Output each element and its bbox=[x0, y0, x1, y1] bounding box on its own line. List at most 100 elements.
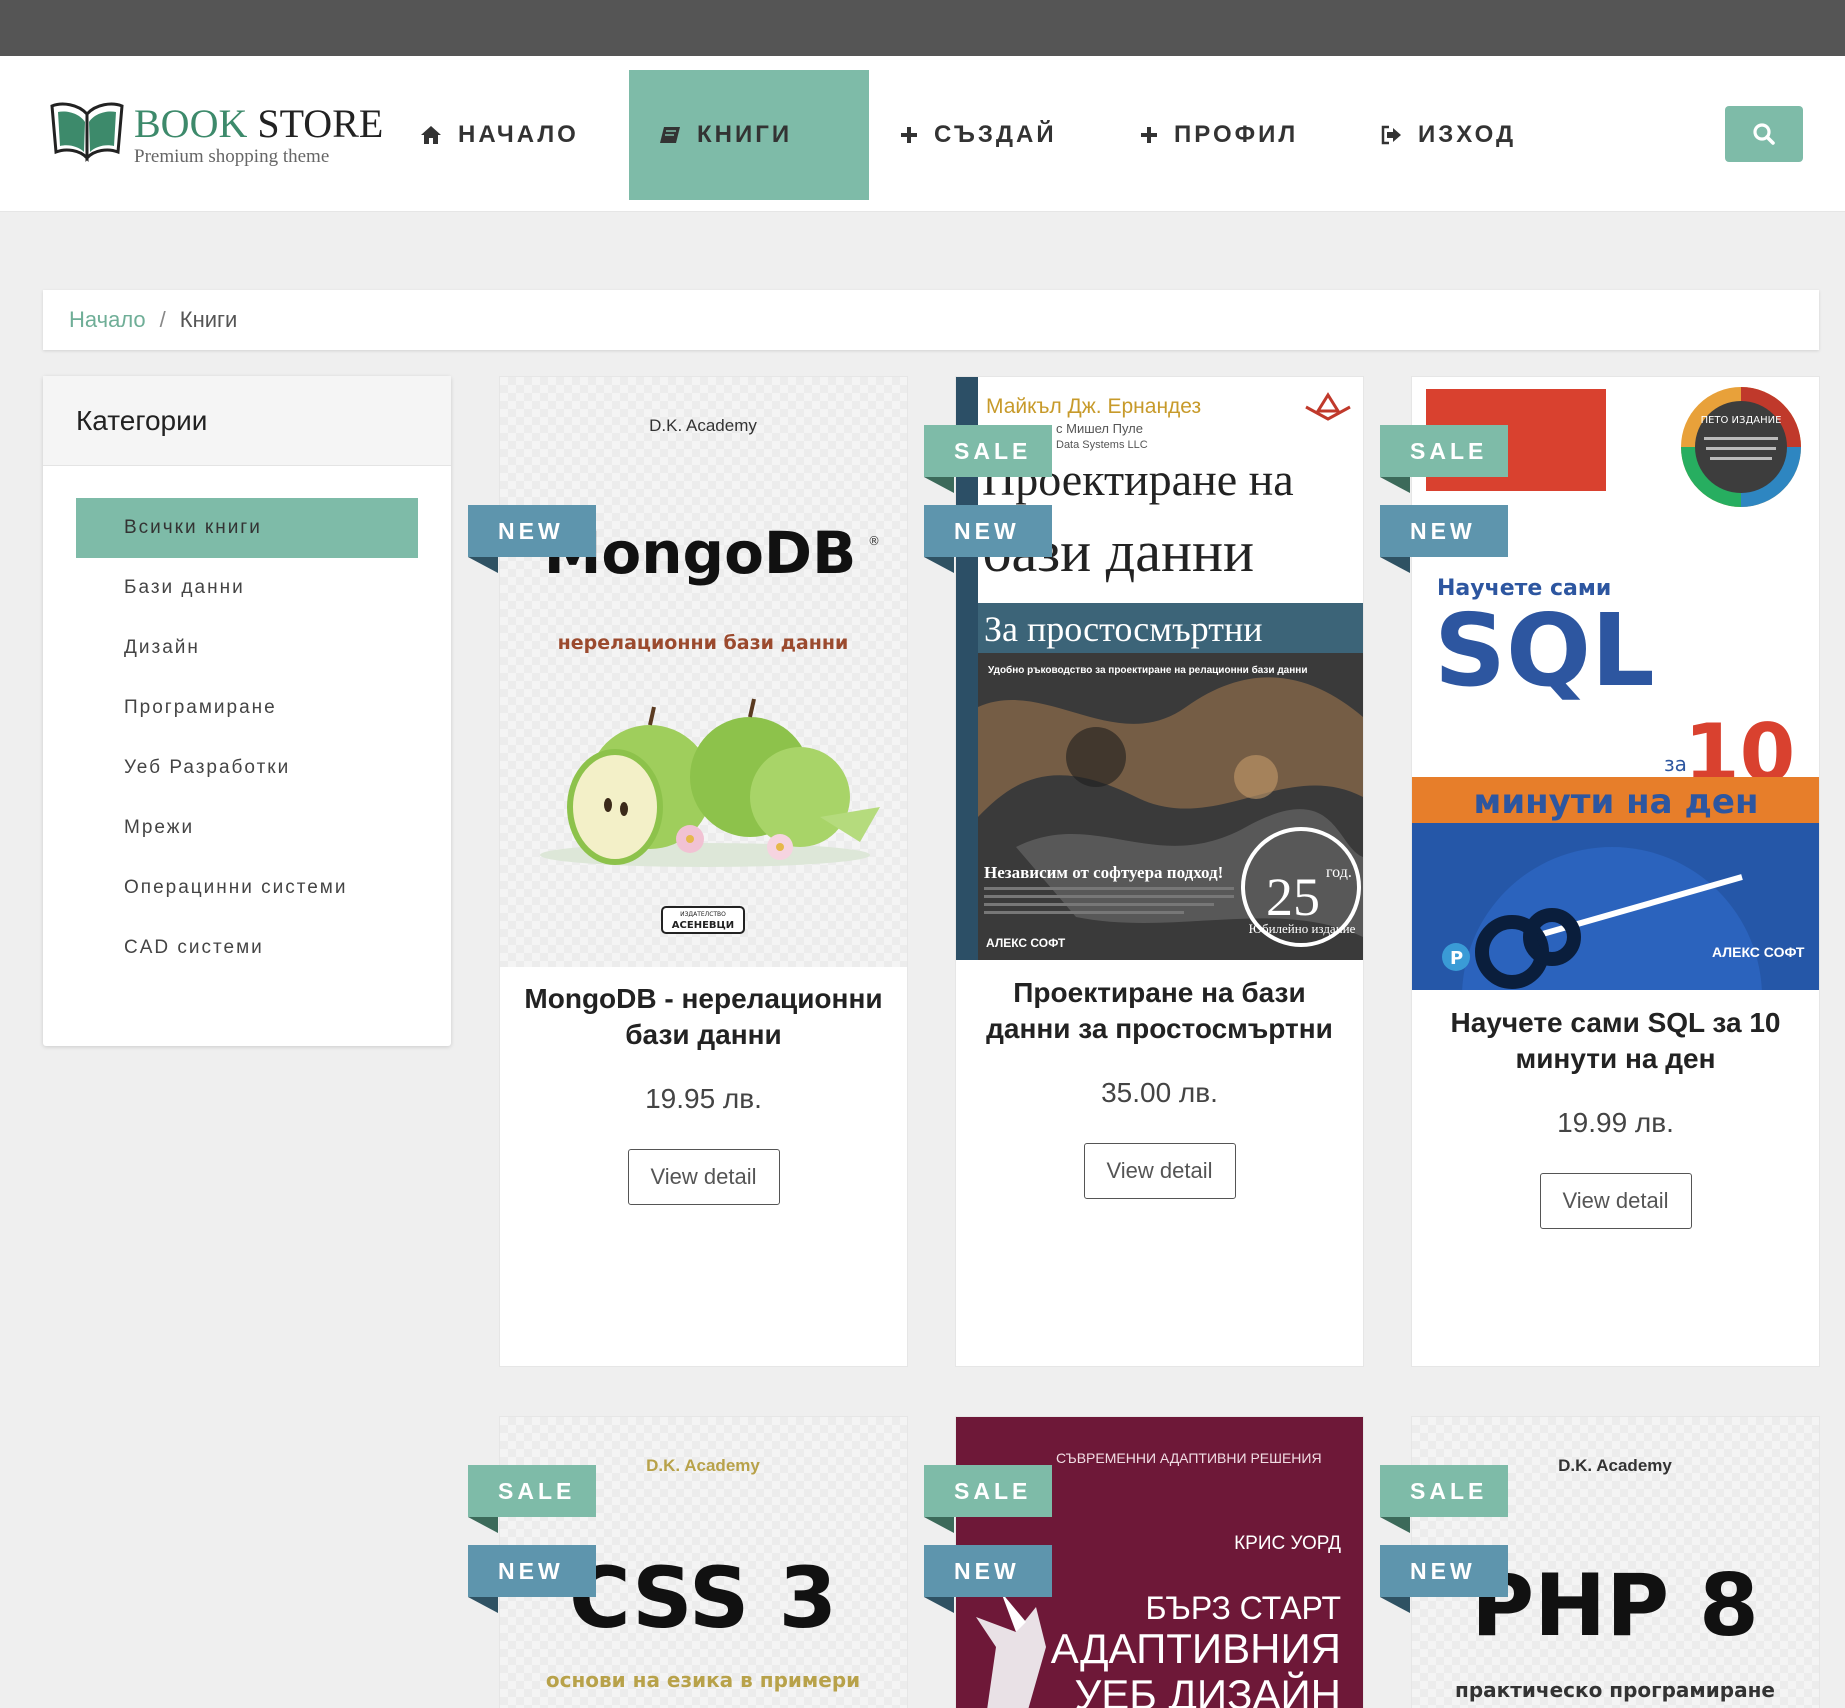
category-item-programming[interactable]: Програмиране bbox=[76, 678, 418, 738]
new-badge: NEW bbox=[468, 505, 596, 573]
publisher-logo-name: АСЕНЕВЦИ bbox=[672, 920, 734, 931]
breadcrumb-current: Книги bbox=[179, 307, 238, 332]
cover-imprint: АЛЕКС СОФТ bbox=[1712, 944, 1805, 960]
cover-heading: CSS 3 bbox=[569, 1549, 837, 1647]
home-icon bbox=[420, 125, 442, 145]
breadcrumb-separator: / bbox=[159, 307, 166, 332]
book-cover-image[interactable]: D.K. Academy MongoDB ® нерелационни бази… bbox=[500, 377, 907, 967]
cover-publisher: D.K. Academy bbox=[1558, 1456, 1672, 1475]
view-detail-button[interactable]: View detail bbox=[1083, 1143, 1236, 1199]
cover-note: Независим от софтуера подход! bbox=[984, 863, 1223, 882]
breadcrumb-home-link[interactable]: Начало bbox=[69, 307, 146, 333]
cover-author: КРИС УОРД bbox=[1234, 1533, 1341, 1554]
cover-title-line1: БЪРЗ СТАРТ bbox=[1146, 1590, 1341, 1626]
product-price: 19.99 лв. bbox=[1557, 1107, 1674, 1138]
product-card: ПЕТО ИЗДАНИЕ Научете сами SQL за 10 мину… bbox=[1380, 376, 1820, 1367]
sale-badge: SALE bbox=[924, 425, 1052, 493]
nav-home[interactable]: НАЧАЛО bbox=[390, 70, 609, 200]
cover-anniversary-number: 25 bbox=[1266, 867, 1320, 927]
cover-subtitle: нерелационни бази данни bbox=[558, 632, 849, 654]
new-badge-label: NEW bbox=[498, 1557, 564, 1584]
cover-subtitle: практическо програмиране bbox=[1455, 1678, 1775, 1702]
category-item-design[interactable]: Дизайн bbox=[76, 618, 418, 678]
product-title[interactable]: Научете сами SQL за 10 минути на ден bbox=[1432, 1005, 1799, 1077]
view-detail-button[interactable]: View detail bbox=[627, 1149, 780, 1205]
plus-icon bbox=[900, 126, 918, 144]
new-badge: NEW bbox=[924, 505, 1052, 573]
product-card: D.K. Academy MongoDB ® нерелационни бази… bbox=[468, 376, 908, 1367]
cover-registered-mark: ® bbox=[868, 534, 880, 548]
sale-badge-label: SALE bbox=[498, 1477, 576, 1504]
product-price: 35.00 лв. bbox=[1101, 1077, 1218, 1108]
cover-series: СЪВРЕМЕННИ АДАПТИВНИ РЕШЕНИЯ bbox=[1056, 1450, 1322, 1466]
sale-badge-label: SALE bbox=[954, 1477, 1032, 1504]
product-card: D.K. Academy PHP 8 практическо програмир… bbox=[1380, 1416, 1820, 1708]
unicorn-illustration bbox=[976, 1592, 1046, 1708]
new-badge-label: NEW bbox=[498, 517, 564, 544]
cover-band: За простосмъртни bbox=[984, 609, 1262, 649]
browser-top-bar bbox=[0, 0, 1845, 56]
cover-heading: PHP 8 bbox=[1471, 1556, 1759, 1656]
cover-anniversary-unit: год. bbox=[1326, 864, 1352, 881]
sale-badge-label: SALE bbox=[1410, 1477, 1488, 1504]
publisher-logo: ИЗДАТЕЛСТВО АСЕНЕВЦИ bbox=[661, 906, 745, 934]
cover-title-line2: В АДАПТИВНИЯ bbox=[1011, 1625, 1341, 1672]
category-item-web[interactable]: Уеб Разработки bbox=[76, 738, 418, 798]
cover-company: Data Systems LLC bbox=[1056, 439, 1148, 451]
view-detail-button[interactable]: View detail bbox=[1539, 1173, 1692, 1229]
publisher-logo-top: ИЗДАТЕЛСТВО bbox=[680, 911, 726, 918]
category-item-os[interactable]: Операцинни системи bbox=[76, 858, 418, 918]
cover-author: Майкъл Дж. Ернандез bbox=[986, 395, 1201, 418]
sale-badge: SALE bbox=[468, 1465, 596, 1533]
cover-publisher: D.K. Academy bbox=[646, 1456, 760, 1475]
new-badge-label: NEW bbox=[954, 517, 1020, 544]
product-title[interactable]: Проектиране на бази данни за простосмърт… bbox=[976, 975, 1343, 1047]
sale-badge: SALE bbox=[1380, 425, 1508, 493]
nav-home-label: НАЧАЛО bbox=[458, 121, 579, 148]
clock-illustration: P АЛЕКС СОФТ bbox=[1412, 823, 1819, 990]
edition-label: ПЕТО ИЗДАНИЕ bbox=[1701, 415, 1782, 426]
site-header: BOOK STORE Premium shopping theme НАЧАЛО… bbox=[0, 56, 1845, 212]
new-badge: NEW bbox=[1380, 505, 1508, 573]
nav-logout[interactable]: ИЗХОД bbox=[1350, 70, 1546, 200]
category-item-cad[interactable]: CAD системи bbox=[76, 918, 418, 978]
category-item-networks[interactable]: Мрежи bbox=[76, 798, 418, 858]
cover-heading: SQL bbox=[1434, 592, 1655, 709]
cover-subtitle: основи на езика в примери bbox=[546, 1668, 860, 1692]
search-icon bbox=[1753, 123, 1775, 145]
new-badge: NEW bbox=[1380, 1545, 1508, 1613]
sidebar-title: Категории bbox=[43, 376, 451, 466]
cover-publisher: D.K. Academy bbox=[649, 416, 757, 435]
new-badge-label: NEW bbox=[954, 1557, 1020, 1584]
nav-profile-label: ПРОФИЛ bbox=[1174, 121, 1299, 148]
nav-books-label: КНИГИ bbox=[697, 121, 793, 148]
product-price: 19.95 лв. bbox=[645, 1083, 762, 1114]
cover-imprint: АЛЕКС СОФТ bbox=[986, 936, 1066, 950]
categories-sidebar: Категории Всички книги Бази данни Дизайн… bbox=[43, 376, 451, 1046]
product-title[interactable]: MongoDB - нерелационни бази данни bbox=[520, 981, 887, 1053]
site-logo[interactable]: BOOK STORE Premium shopping theme bbox=[50, 100, 383, 180]
product-card: СЪВРЕМЕННИ АДАПТИВНИ РЕШЕНИЯ КРИС УОРД Б… bbox=[924, 1416, 1364, 1708]
new-badge-label: NEW bbox=[1410, 1557, 1476, 1584]
edition-badge: ПЕТО ИЗДАНИЕ bbox=[1681, 387, 1801, 507]
nav-logout-label: ИЗХОД bbox=[1418, 121, 1517, 148]
svg-text:P: P bbox=[1450, 948, 1463, 969]
nav-books[interactable]: КНИГИ bbox=[629, 70, 869, 200]
sign-out-icon bbox=[1380, 125, 1402, 145]
open-book-icon bbox=[50, 102, 124, 162]
category-item-databases[interactable]: Бази данни bbox=[76, 558, 418, 618]
cover-coauthor: с Мишел Пуле bbox=[1056, 421, 1143, 436]
new-badge: NEW bbox=[468, 1545, 596, 1613]
cover-title-line3: УЕБ ДИЗАЙН bbox=[1075, 1670, 1341, 1708]
sale-badge-label: SALE bbox=[954, 437, 1032, 464]
category-item-all[interactable]: Всички книги bbox=[76, 498, 418, 558]
logo-title: BOOK STORE bbox=[134, 101, 384, 146]
nav-profile[interactable]: ПРОФИЛ bbox=[1110, 70, 1328, 200]
nav-create[interactable]: СЪЗДАЙ bbox=[870, 70, 1087, 200]
cover-band: минути на ден bbox=[1474, 782, 1759, 822]
nav-create-label: СЪЗДАЙ bbox=[934, 121, 1057, 148]
new-badge: NEW bbox=[924, 1545, 1052, 1613]
search-button[interactable] bbox=[1725, 106, 1803, 162]
new-badge-label: NEW bbox=[1410, 517, 1476, 544]
category-list: Всички книги Бази данни Дизайн Програмир… bbox=[43, 466, 451, 978]
